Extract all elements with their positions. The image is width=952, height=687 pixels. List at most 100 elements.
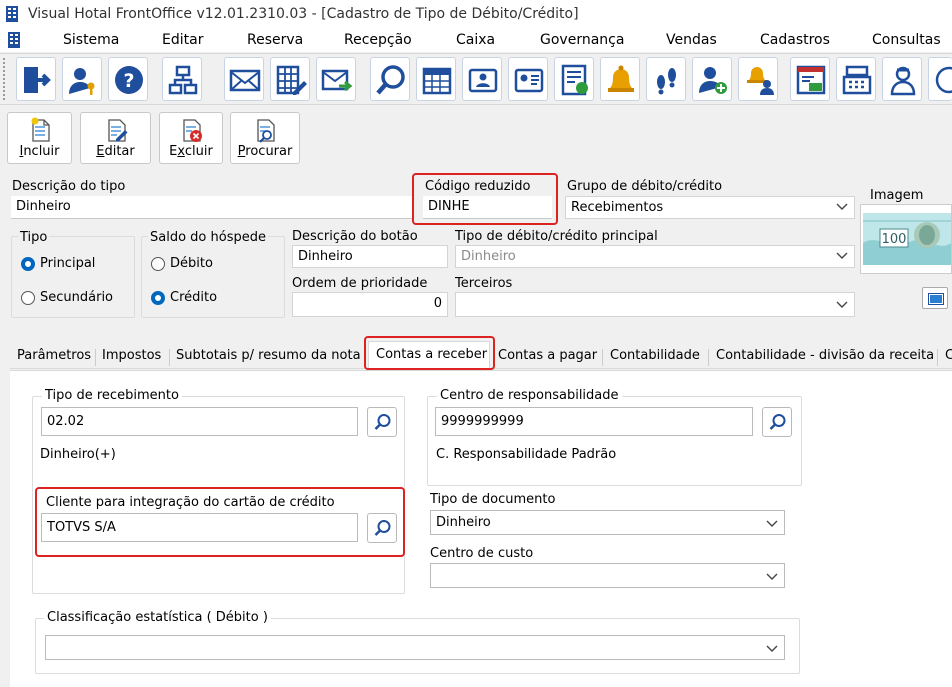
chevron-down-icon — [836, 252, 848, 259]
menu-caixa[interactable]: Caixa — [456, 32, 495, 48]
user-key-button[interactable] — [62, 57, 102, 101]
grupo-label: Grupo de débito/crédito — [567, 179, 723, 194]
user-add-button[interactable] — [692, 57, 732, 101]
tipo-recebimento-input[interactable]: 02.02 — [41, 407, 358, 436]
tipo-principal-select[interactable]: Dinheiro — [455, 245, 855, 268]
incluir-button[interactable]: Incluir — [7, 112, 72, 164]
terceiros-select[interactable] — [455, 292, 855, 317]
saldo-debito-label[interactable]: Débito — [170, 256, 213, 271]
report-button[interactable] — [554, 57, 594, 101]
hotel-menu-icon[interactable] — [6, 31, 22, 49]
tab-contabilidade-divisao[interactable]: Contabilidade - divisão da receita — [716, 346, 934, 368]
hotel-app-icon — [6, 6, 18, 22]
menu-reserva[interactable]: Reserva — [247, 32, 303, 48]
search-document-icon — [257, 119, 275, 143]
centro-custo-select[interactable] — [430, 563, 785, 588]
procurar-label: Procurar — [237, 144, 293, 159]
help-button[interactable]: ? — [108, 57, 148, 101]
descricao-input[interactable]: Dinheiro — [11, 196, 412, 219]
bell-button[interactable] — [600, 57, 640, 101]
menu-editar[interactable]: Editar — [162, 32, 203, 48]
action-bar: Incluir Editar Excluir Procurar — [0, 106, 952, 170]
tab-separator — [169, 349, 170, 366]
org-chart-icon — [168, 65, 198, 95]
chevron-down-icon — [766, 645, 778, 652]
ordem-input[interactable]: 0 — [292, 292, 448, 317]
centro-resp-input[interactable]: 9999999999 — [435, 407, 753, 436]
spreadsheet-edit-button[interactable] — [270, 57, 310, 101]
desc-botao-input[interactable]: Dinheiro — [292, 245, 448, 268]
menu-vendas[interactable]: Vendas — [666, 32, 717, 48]
footprints-icon — [657, 68, 676, 95]
footprints-button[interactable] — [646, 57, 686, 101]
cash-report-icon — [796, 65, 826, 95]
tab-contas-pagar[interactable]: Contas a pagar — [498, 346, 597, 368]
cliente-input[interactable]: TOTVS S/A — [41, 513, 358, 542]
tab-separator — [708, 349, 709, 366]
chevron-down-icon — [766, 573, 778, 580]
tipo-secundario-label[interactable]: Secundário — [40, 290, 113, 305]
tab-impostos[interactable]: Impostos — [102, 346, 161, 368]
banknote-image: 100 — [863, 213, 951, 265]
guest-card-alt-button[interactable] — [508, 57, 548, 101]
tab-subtotais[interactable]: Subtotais p/ resumo da nota — [176, 346, 361, 368]
tipo-documento-select[interactable]: Dinheiro — [430, 510, 785, 535]
user-add-icon — [699, 67, 727, 94]
saldo-debito-radio[interactable] — [151, 257, 165, 271]
tipo-label: Tipo — [18, 230, 50, 245]
tab-contabilidade[interactable]: Contabilidade — [610, 346, 700, 368]
edit-document-icon — [108, 119, 128, 142]
classificacao-select[interactable] — [45, 635, 785, 660]
guest-card-icon — [468, 68, 498, 93]
bell-people-button[interactable] — [738, 57, 778, 101]
imagem-box[interactable]: 100 — [860, 204, 952, 274]
search-toolbar-button[interactable] — [370, 57, 410, 101]
menu-cadastros[interactable]: Cadastros — [760, 32, 830, 48]
exit-icon — [24, 67, 51, 93]
cash-register-button[interactable] — [836, 57, 876, 101]
codigo-input[interactable]: DINHE — [423, 196, 552, 219]
tipo-documento-label: Tipo de documento — [430, 492, 556, 507]
more-icon — [935, 66, 952, 94]
excluir-button[interactable]: Excluir — [159, 112, 223, 164]
tab-more[interactable]: C — [945, 346, 952, 368]
calendar-button[interactable] — [416, 57, 456, 101]
menu-sistema[interactable]: Sistema — [63, 32, 119, 48]
grupo-select[interactable]: Recebimentos — [565, 196, 855, 219]
guest-card-button[interactable] — [462, 57, 502, 101]
tipo-principal-label[interactable]: Principal — [40, 256, 95, 271]
tab-highlight — [364, 336, 495, 370]
org-chart-button[interactable] — [162, 57, 202, 101]
icon-toolbar: ? — [0, 53, 952, 105]
maid-icon — [890, 66, 916, 96]
saldo-credito-label[interactable]: Crédito — [170, 290, 217, 305]
window-title: Visual Hotal FrontOffice v12.01.2310.03 … — [28, 6, 579, 22]
procurar-button[interactable]: Procurar — [230, 112, 300, 164]
svg-text:?: ? — [123, 70, 134, 92]
exit-button[interactable] — [16, 57, 56, 101]
saldo-credito-radio[interactable] — [151, 291, 165, 305]
centro-resp-label: Centro de responsabilidade — [437, 388, 622, 403]
imagem-button[interactable] — [922, 287, 948, 309]
report-icon — [561, 64, 588, 96]
tipo-secundario-radio[interactable] — [21, 291, 35, 305]
menu-governanca[interactable]: Governança — [540, 32, 624, 48]
toolbar-grip[interactable] — [3, 58, 8, 100]
tipo-principal-select-value: Dinheiro — [461, 249, 516, 264]
more-button[interactable] — [928, 57, 952, 101]
tipo-recebimento-search-button[interactable] — [367, 407, 397, 437]
editar-button[interactable]: Editar — [80, 112, 151, 164]
menu-recepcao[interactable]: Recepção — [344, 32, 412, 48]
picture-icon — [928, 293, 944, 305]
menu-consultas[interactable]: Consultas — [872, 32, 941, 48]
cash-report-button[interactable] — [790, 57, 830, 101]
tab-parametros[interactable]: Parâmetros — [17, 346, 91, 368]
mail-button[interactable] — [224, 57, 264, 101]
ordem-label: Ordem de prioridade — [292, 276, 428, 291]
tipo-principal-radio[interactable] — [21, 257, 35, 271]
cliente-search-button[interactable] — [367, 513, 397, 543]
centro-resp-search-button[interactable] — [762, 407, 792, 437]
maid-button[interactable] — [882, 57, 922, 101]
mail-forward-button[interactable] — [316, 57, 356, 101]
new-document-icon — [31, 117, 50, 142]
